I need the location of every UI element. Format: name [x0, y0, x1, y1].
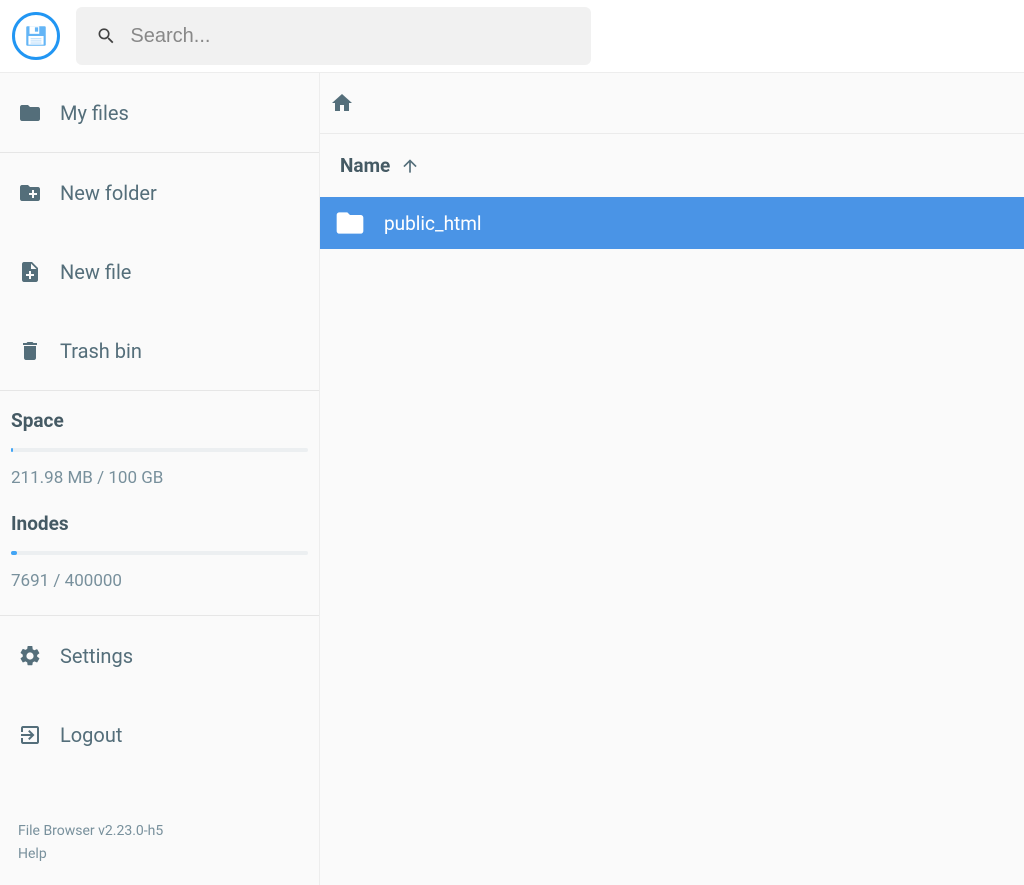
sidebar-item-label: New folder — [60, 181, 157, 205]
logout-icon — [18, 723, 42, 747]
sidebar-logout[interactable]: Logout — [0, 695, 319, 774]
sidebar-my-files[interactable]: My files — [0, 73, 319, 152]
inodes-bar — [11, 551, 308, 555]
space-text: 211.98 MB / 100 GB — [11, 468, 308, 488]
breadcrumb — [320, 73, 1024, 133]
home-icon[interactable] — [330, 91, 354, 115]
help-link[interactable]: Help — [18, 843, 301, 865]
sidebar-new-folder[interactable]: New folder — [0, 153, 319, 232]
list-item-label: public_html — [384, 212, 482, 235]
trash-icon — [18, 339, 42, 363]
space-label: Space — [11, 409, 308, 432]
sidebar: My files New folder New file Trash bin S… — [0, 73, 320, 885]
arrow-up-icon — [400, 156, 420, 176]
sidebar-item-label: Settings — [60, 644, 133, 668]
search-input[interactable] — [130, 25, 571, 48]
create-folder-icon — [18, 181, 42, 205]
app-version[interactable]: File Browser v2.23.0-h5 — [18, 820, 301, 842]
sidebar-item-label: Trash bin — [60, 339, 142, 363]
sidebar-trash[interactable]: Trash bin — [0, 311, 319, 390]
search-bar[interactable] — [76, 7, 591, 65]
inodes-text: 7691 / 400000 — [11, 571, 308, 591]
inodes-label: Inodes — [11, 512, 308, 535]
sidebar-item-label: New file — [60, 260, 131, 284]
list-item[interactable]: public_html — [320, 197, 1024, 249]
sidebar-new-file[interactable]: New file — [0, 232, 319, 311]
folder-icon — [334, 207, 366, 239]
floppy-disk-icon — [23, 23, 49, 49]
header — [0, 0, 1024, 73]
sidebar-item-label: My files — [60, 101, 129, 125]
gear-icon — [18, 644, 42, 668]
create-file-icon — [18, 260, 42, 284]
main-panel: Name public_html — [320, 73, 1024, 885]
folder-icon — [18, 101, 42, 125]
space-bar — [11, 448, 308, 452]
inodes-quota: Inodes 7691 / 400000 — [0, 512, 319, 615]
app-logo[interactable] — [12, 12, 60, 60]
sidebar-settings[interactable]: Settings — [0, 616, 319, 695]
name-column-label: Name — [340, 154, 390, 177]
column-header[interactable]: Name — [320, 133, 1024, 197]
search-icon — [96, 25, 116, 47]
footer: File Browser v2.23.0-h5 Help — [0, 804, 319, 885]
sidebar-item-label: Logout — [60, 723, 122, 747]
space-quota: Space 211.98 MB / 100 GB — [0, 391, 319, 512]
